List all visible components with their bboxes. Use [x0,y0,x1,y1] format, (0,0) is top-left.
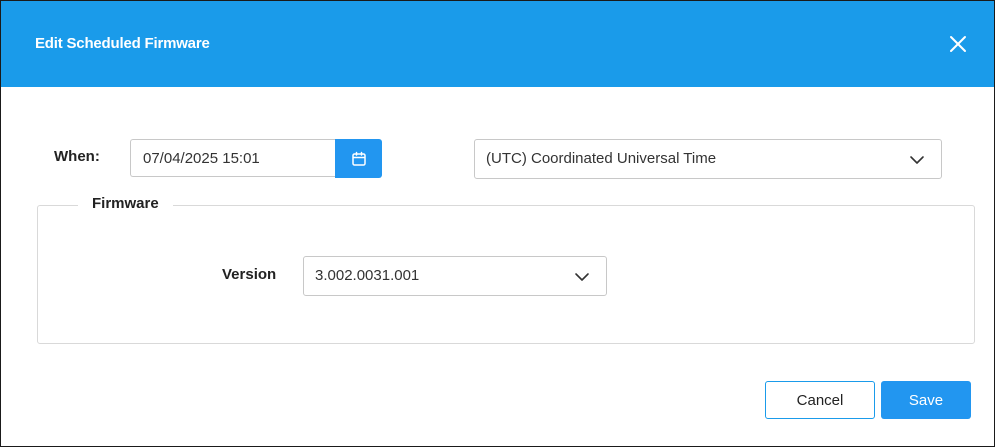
version-label: Version [222,266,277,283]
when-label: When: [54,148,100,165]
close-icon [950,36,966,52]
edit-scheduled-firmware-dialog: Edit Scheduled Firmware When: (UTC) Coor… [0,0,995,447]
timezone-select[interactable]: (UTC) Coordinated Universal Time [474,139,942,179]
save-button[interactable]: Save [881,381,971,419]
dialog-title: Edit Scheduled Firmware [35,35,210,52]
dialog-header: Edit Scheduled Firmware [1,1,994,87]
timezone-value: (UTC) Coordinated Universal Time [486,150,717,167]
chevron-down-icon [575,273,589,281]
close-button[interactable] [945,31,971,57]
cancel-button[interactable]: Cancel [765,381,875,419]
calendar-icon [351,151,366,166]
firmware-legend: Firmware [78,195,173,212]
chevron-down-icon [910,156,924,164]
version-value: 3.002.0031.001 [315,267,420,284]
version-select[interactable]: 3.002.0031.001 [303,256,607,296]
calendar-button[interactable] [335,139,382,178]
date-time-input[interactable] [130,139,336,177]
